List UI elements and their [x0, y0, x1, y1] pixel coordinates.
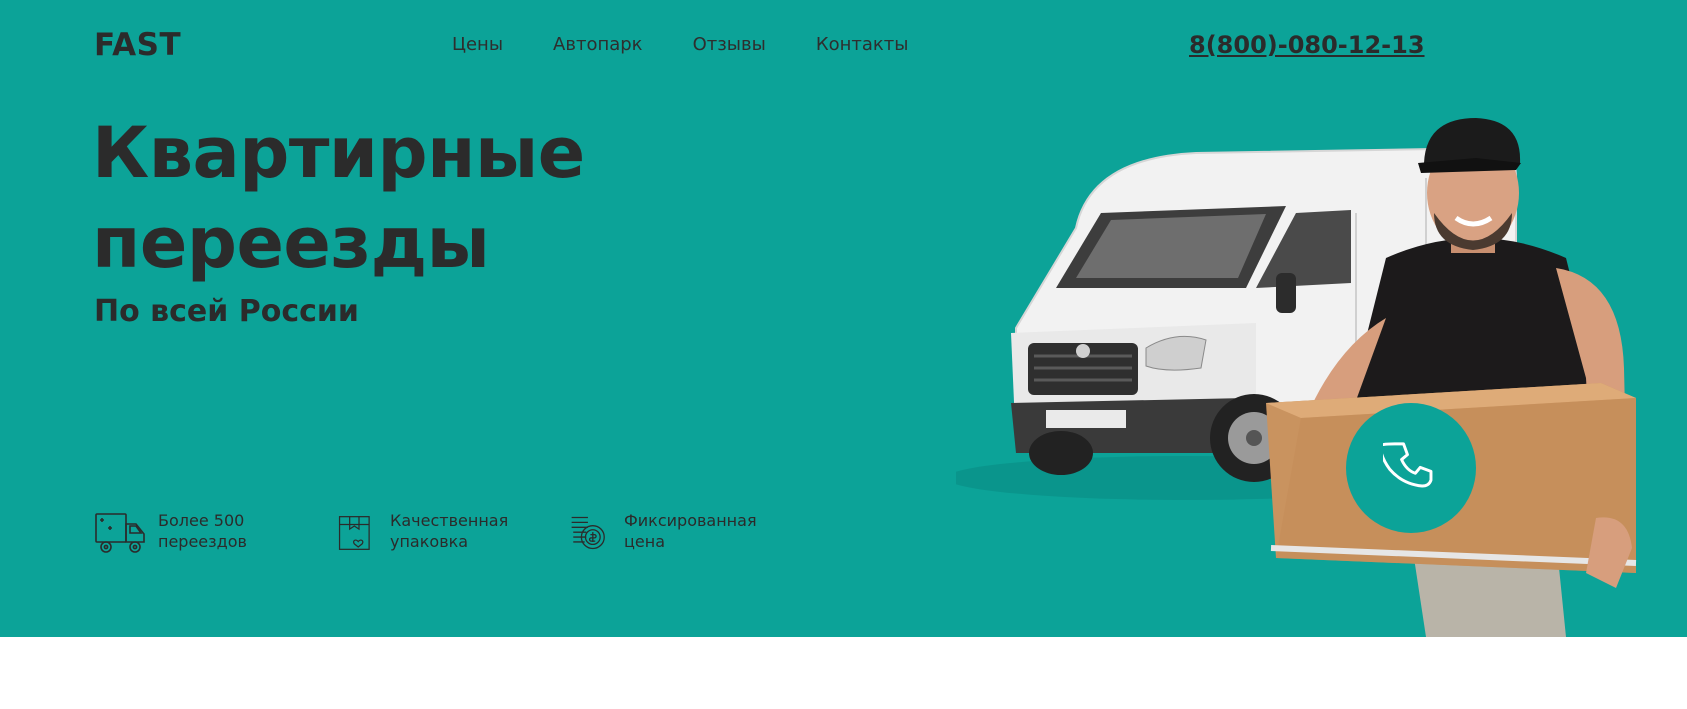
- page-title: Квартирные переезды: [92, 108, 732, 288]
- feature-packaging: Качественная упаковка: [338, 510, 508, 556]
- feature-moves: Более 500 переездов: [94, 510, 247, 556]
- nav-link-prices[interactable]: Цены: [452, 34, 503, 55]
- feature-moves-line-2: переездов: [158, 532, 247, 551]
- call-button[interactable]: [1346, 403, 1476, 533]
- main-nav: Цены Автопарк Отзывы Контакты: [452, 34, 908, 55]
- feature-moves-line-1: Более 500: [158, 511, 245, 530]
- hero-photo: [956, 118, 1637, 637]
- phone-link[interactable]: 8(800)-080-12-13: [1189, 31, 1425, 59]
- phone-icon: [1383, 442, 1433, 488]
- feature-price-line-1: Фиксированная: [624, 511, 757, 530]
- feature-price-line-2: цена: [624, 532, 665, 551]
- nav-link-contacts[interactable]: Контакты: [816, 34, 909, 55]
- feature-packaging-line-2: упаковка: [390, 532, 469, 551]
- nav-link-reviews[interactable]: Отзывы: [693, 34, 766, 55]
- package-icon: [338, 516, 370, 550]
- title-line-1: Квартирные: [92, 112, 585, 194]
- title-line-2: переезды: [92, 202, 490, 284]
- coins-icon: [571, 516, 605, 550]
- features-list: Более 500 переездов Качественная упаковк…: [94, 510, 794, 558]
- feature-packaging-line-1: Качественная: [390, 511, 509, 530]
- page-subtitle: По всей России: [94, 294, 359, 329]
- truck-icon: [95, 513, 145, 553]
- logo[interactable]: FAST: [94, 27, 181, 63]
- nav-link-fleet[interactable]: Автопарк: [553, 34, 643, 55]
- feature-price: Фиксированная цена: [570, 510, 757, 556]
- hero-section: FAST Цены Автопарк Отзывы Контакты 8(800…: [0, 0, 1687, 637]
